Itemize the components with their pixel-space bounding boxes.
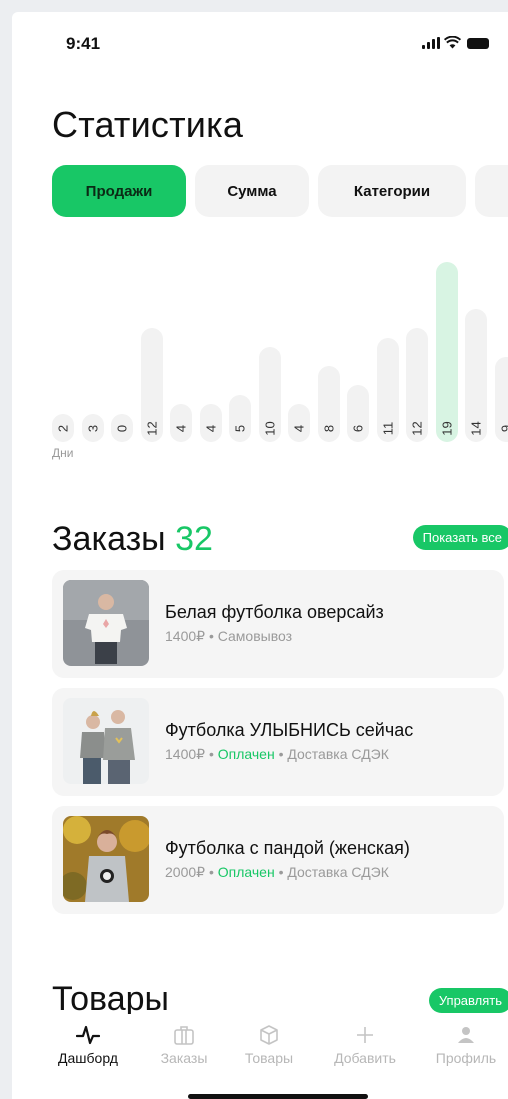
chart-bar-label: 19 <box>439 421 454 436</box>
tab-dashboard[interactable]: Дашборд <box>48 1022 128 1066</box>
chart-bar-label: 0 <box>114 424 130 433</box>
order-card[interactable]: Футболка УЛЫБНИСЬ сейчас 1400₽ • Оплачен… <box>52 688 504 796</box>
order-card[interactable]: Белая футболка оверсайз 1400₽ • Самовыво… <box>52 570 504 678</box>
signal-icon <box>422 37 440 49</box>
status-icons <box>422 36 489 49</box>
tab-dashboard-label: Дашборд <box>58 1050 118 1066</box>
battery-icon <box>467 38 489 49</box>
tab-profile-label: Профиль <box>435 1050 497 1066</box>
tab-more[interactable] <box>475 165 508 217</box>
chart-bar-label: 2 <box>55 424 71 433</box>
order-price: 2000₽ <box>165 864 206 880</box>
order-separator: • <box>278 864 284 880</box>
tab-goods[interactable]: Товары <box>229 1022 309 1066</box>
stat-tabs: Продажи Сумма Категории <box>52 165 508 217</box>
order-delivery: Доставка СДЭК <box>287 864 389 880</box>
order-meta: 1400₽ • Оплачен • Доставка СДЭК <box>165 746 389 763</box>
phone-screen: 9:41 Статистика Продажи Сумма Категории … <box>12 12 508 1099</box>
order-name: Футболка с пандой (женская) <box>165 838 410 858</box>
tab-categories[interactable]: Категории <box>318 165 466 217</box>
briefcase-icon <box>174 1026 194 1045</box>
chart-bar-label: 4 <box>291 424 307 433</box>
orders-header: Заказы 32 Показать все <box>52 520 508 560</box>
status-bar: 9:41 <box>12 12 508 72</box>
chart-x-label: Дни <box>52 446 74 460</box>
order-name: Футболка УЛЫБНИСЬ сейчас <box>165 720 414 740</box>
chart-bar-label: 4 <box>203 424 218 433</box>
activity-icon <box>76 1025 100 1045</box>
tab-sales-label: Продажи <box>85 182 153 200</box>
orders-title: Заказы 32 <box>52 520 213 558</box>
order-card[interactable]: Футболка с пандой (женская) 2000₽ • Опла… <box>52 806 504 914</box>
page-title: Статистика <box>52 104 244 145</box>
tab-sum[interactable]: Сумма <box>195 165 309 217</box>
chart-bar-label: 12 <box>409 421 425 436</box>
tab-orders[interactable]: Заказы <box>144 1022 224 1066</box>
tab-goods-label: Товары <box>244 1050 294 1066</box>
order-status: Оплачен <box>217 864 275 880</box>
chart-bar-label: 4 <box>173 424 189 433</box>
sales-chart: Дни 2 3 0 12 4 4 5 10 4 8 6 11 12 19 14 9 <box>52 242 508 460</box>
home-indicator <box>188 1094 368 1099</box>
chart-bar-label: 12 <box>144 421 159 436</box>
order-image <box>63 816 149 902</box>
order-status: Оплачен <box>217 746 275 762</box>
order-separator: • <box>278 746 284 762</box>
chart-bar <box>435 262 458 442</box>
order-meta: 2000₽ • Оплачен • Доставка СДЭК <box>165 864 389 881</box>
bottom-tab-bar: Дашборд Заказы Товары Добавить Профиль <box>12 1014 508 1099</box>
tab-orders-label: Заказы <box>160 1050 208 1066</box>
tab-sum-label: Сумма <box>227 182 277 200</box>
chart-bar-label: 6 <box>350 424 366 433</box>
order-separator: • <box>208 864 214 880</box>
tab-profile[interactable]: Профиль <box>426 1022 506 1066</box>
chart-bar-label: 8 <box>321 424 336 433</box>
order-image <box>63 698 149 784</box>
tab-add-label: Добавить <box>334 1050 396 1066</box>
orders-title-text: Заказы <box>52 520 166 558</box>
chart-bar-label: 11 <box>380 421 395 436</box>
chart-bar-label: 5 <box>232 424 248 433</box>
show-all-button[interactable]: Показать все <box>412 525 508 550</box>
tab-categories-label: Категории <box>353 182 431 200</box>
order-name: Белая футболка оверсайз <box>165 602 384 622</box>
chart-bar-label: 14 <box>468 421 484 436</box>
chart-bar-label: 3 <box>85 424 100 433</box>
order-separator: • <box>208 628 214 644</box>
chart-bar-label: 10 <box>262 421 277 436</box>
order-separator: • <box>208 746 214 762</box>
chart-bar-label: 9 <box>498 418 508 440</box>
manage-button[interactable]: Управлять <box>428 988 508 1013</box>
tab-add[interactable]: Добавить <box>325 1022 405 1066</box>
box-icon <box>260 1025 278 1045</box>
user-icon <box>458 1027 474 1043</box>
orders-count: 32 <box>175 520 213 558</box>
tab-sales[interactable]: Продажи <box>52 165 186 217</box>
order-delivery: Доставка СДЭК <box>287 746 389 762</box>
order-price: 1400₽ <box>165 628 206 644</box>
plus-icon <box>357 1027 373 1043</box>
order-price: 1400₽ <box>165 746 206 762</box>
order-image <box>63 580 149 666</box>
order-delivery: Самовывоз <box>217 628 293 644</box>
wifi-icon <box>444 36 461 49</box>
order-meta: 1400₽ • Самовывоз <box>165 628 292 645</box>
status-time: 9:41 <box>66 34 101 53</box>
